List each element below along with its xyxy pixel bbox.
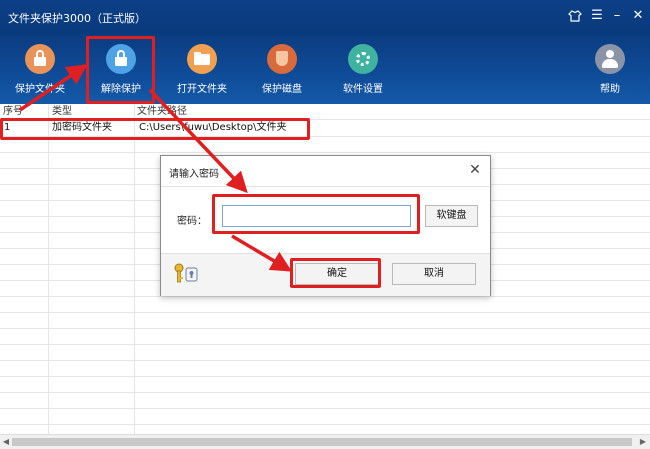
settings-label: 软件设置: [343, 84, 383, 95]
scroll-thumb[interactable]: [12, 438, 632, 446]
protect-folder-label: 保护文件夹: [15, 84, 65, 95]
title-bar: 文件夹保护3000（正式版） ☰ – ✕: [0, 0, 650, 34]
header-path[interactable]: 文件夹路径: [137, 104, 187, 119]
keys-icon: [173, 262, 199, 284]
header-type[interactable]: 类型: [52, 104, 72, 119]
header-index[interactable]: 序号: [3, 104, 23, 119]
skin-icon[interactable]: [566, 7, 584, 25]
soft-keyboard-button[interactable]: 软键盘: [425, 205, 478, 227]
horizontal-scrollbar[interactable]: ◀ ▶: [0, 434, 650, 449]
scroll-left-icon[interactable]: ◀: [1, 437, 11, 447]
open-folder-label: 打开文件夹: [177, 84, 227, 95]
open-folder-button[interactable]: 打开文件夹: [167, 42, 237, 102]
dialog-close-icon[interactable]: ✕: [466, 161, 484, 179]
window-title: 文件夹保护3000（正式版）: [8, 12, 146, 25]
user-icon: [595, 44, 625, 74]
dialog-title-bar: 请输入密码 ✕: [161, 156, 490, 187]
help-button[interactable]: 帮助: [575, 42, 645, 102]
protect-disk-label: 保护磁盘: [262, 84, 302, 95]
close-icon[interactable]: ✕: [629, 7, 647, 25]
highlight-box: [212, 194, 420, 234]
protect-disk-button[interactable]: 保护磁盘: [247, 42, 317, 102]
gear-icon: [348, 44, 378, 74]
dialog-title: 请输入密码: [169, 169, 219, 180]
highlight-box: [290, 258, 381, 288]
highlight-box: [86, 36, 155, 104]
app-window: 文件夹保护3000（正式版） ☰ – ✕ 保护文件夹 解除保护 打开文件夹 保护…: [0, 0, 650, 449]
shield-icon: [267, 44, 297, 74]
column-divider[interactable]: [48, 104, 49, 434]
menu-icon[interactable]: ☰: [588, 7, 606, 25]
password-label: 密码：: [177, 216, 207, 227]
cancel-button[interactable]: 取消: [392, 263, 476, 285]
settings-button[interactable]: 软件设置: [328, 42, 398, 102]
column-divider[interactable]: [134, 104, 135, 434]
protect-folder-button[interactable]: 保护文件夹: [5, 42, 75, 102]
minimize-icon[interactable]: –: [608, 7, 626, 25]
highlight-box: [0, 118, 310, 140]
help-label: 帮助: [600, 84, 620, 95]
scroll-right-icon[interactable]: ▶: [638, 437, 648, 447]
lock-icon: [25, 44, 55, 74]
folder-icon: [187, 44, 217, 74]
